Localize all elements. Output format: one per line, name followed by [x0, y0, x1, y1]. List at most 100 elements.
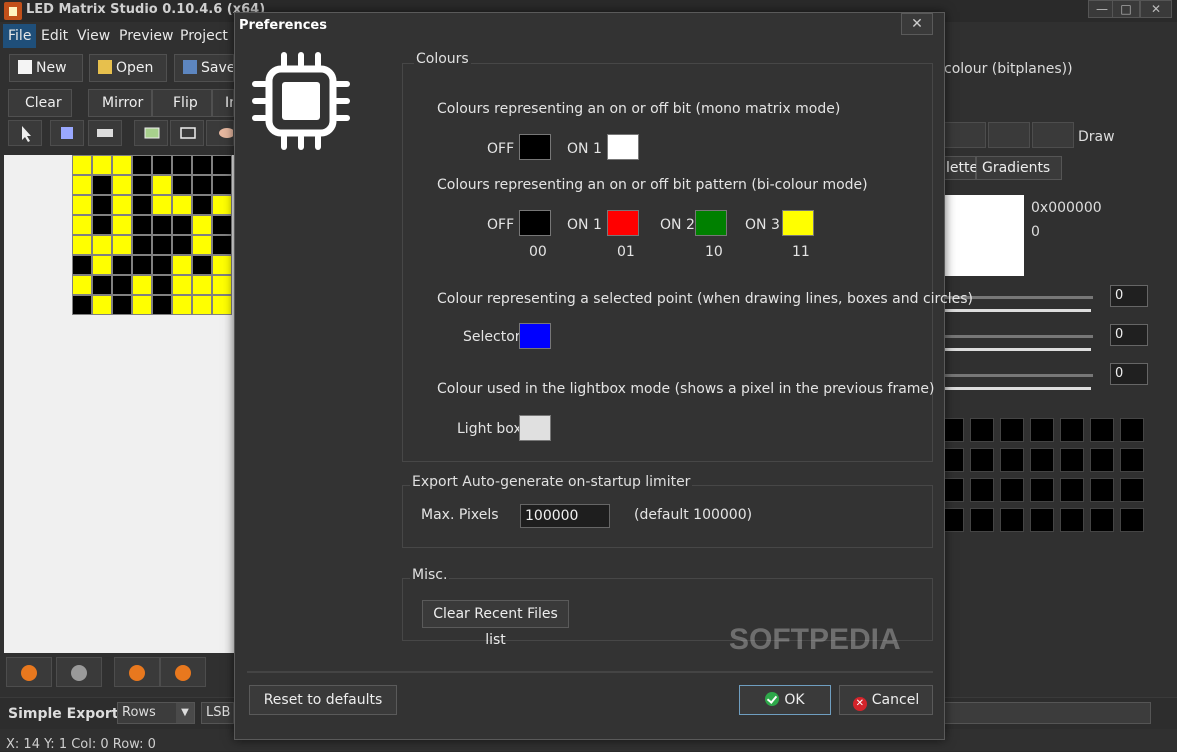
palette-swatch[interactable]	[1090, 508, 1114, 532]
close-window-button[interactable]: ✕	[1140, 0, 1172, 18]
stop-button[interactable]	[56, 657, 102, 687]
menu-file[interactable]: File	[3, 24, 37, 48]
open-button[interactable]: Open	[89, 54, 167, 82]
matrix-cell[interactable]	[212, 295, 232, 315]
matrix-cell[interactable]	[172, 155, 192, 175]
filled-rect-tool[interactable]	[134, 120, 168, 146]
mono-on1-swatch[interactable]	[607, 134, 639, 160]
palette-swatch[interactable]	[1090, 478, 1114, 502]
matrix-cell[interactable]	[112, 195, 132, 215]
green-value[interactable]: 0	[1110, 324, 1148, 346]
multi-draw-tool[interactable]	[50, 120, 84, 146]
rect-tool[interactable]	[170, 120, 204, 146]
matrix-cell[interactable]	[192, 275, 212, 295]
matrix-cell[interactable]	[92, 295, 112, 315]
palette-swatch[interactable]	[1030, 508, 1054, 532]
lightbox-swatch[interactable]	[519, 415, 551, 441]
bi-on2-swatch[interactable]	[695, 210, 727, 236]
rows-select[interactable]: Rows ▼	[117, 702, 195, 724]
matrix-cell[interactable]	[72, 235, 92, 255]
matrix-cell[interactable]	[132, 155, 152, 175]
matrix-cell[interactable]	[72, 195, 92, 215]
matrix-cell[interactable]	[192, 255, 212, 275]
matrix-cell[interactable]	[172, 215, 192, 235]
selector-swatch[interactable]	[519, 323, 551, 349]
matrix-cell[interactable]	[132, 235, 152, 255]
mirror-button[interactable]: Mirror	[88, 89, 152, 117]
matrix-cell[interactable]	[72, 175, 92, 195]
tab-gradients[interactable]: Gradients	[976, 156, 1062, 180]
menu-preview[interactable]: Preview	[114, 24, 179, 48]
invert-button[interactable]: In	[212, 89, 234, 117]
matrix-cell[interactable]	[92, 275, 112, 295]
bi-on1-swatch[interactable]	[607, 210, 639, 236]
matrix-cell[interactable]	[92, 235, 112, 255]
matrix-cell[interactable]	[72, 155, 92, 175]
palette-swatch[interactable]	[970, 448, 994, 472]
bi-off-swatch[interactable]	[519, 210, 551, 236]
tab-palette[interactable]: lette	[940, 156, 978, 180]
matrix-cell[interactable]	[212, 195, 232, 215]
max-pixels-input[interactable]: 100000	[520, 504, 610, 528]
palette-swatch[interactable]	[1120, 448, 1144, 472]
dialog-close-button[interactable]: ✕	[901, 13, 933, 35]
matrix-cell[interactable]	[132, 275, 152, 295]
matrix-cell[interactable]	[152, 275, 172, 295]
matrix-cell[interactable]	[172, 275, 192, 295]
matrix-cell[interactable]	[192, 175, 212, 195]
first-frame-button[interactable]	[114, 657, 160, 687]
palette-swatch[interactable]	[1030, 478, 1054, 502]
matrix-cell[interactable]	[72, 295, 92, 315]
matrix-cell[interactable]	[152, 235, 172, 255]
matrix-cell[interactable]	[92, 195, 112, 215]
palette-swatch[interactable]	[1000, 448, 1024, 472]
matrix-cell[interactable]	[212, 175, 232, 195]
matrix-cell[interactable]	[212, 255, 232, 275]
matrix-cell[interactable]	[132, 195, 152, 215]
maximize-button[interactable]: □	[1112, 0, 1140, 18]
menu-project[interactable]: Project	[175, 24, 233, 48]
clear-button[interactable]: Clear	[8, 89, 72, 117]
flip-button[interactable]: Flip	[152, 89, 212, 117]
blue-slider[interactable]	[945, 374, 1093, 377]
matrix-cell[interactable]	[132, 215, 152, 235]
play-button[interactable]	[6, 657, 52, 687]
bi-on3-swatch[interactable]	[782, 210, 814, 236]
matrix-cell[interactable]	[192, 195, 212, 215]
ok-button[interactable]: OK	[739, 685, 831, 715]
matrix-cell[interactable]	[192, 155, 212, 175]
palette-swatch[interactable]	[1030, 448, 1054, 472]
matrix-cell[interactable]	[112, 175, 132, 195]
new-button[interactable]: New	[9, 54, 83, 82]
matrix-cell[interactable]	[112, 235, 132, 255]
palette-swatch[interactable]	[1090, 448, 1114, 472]
matrix-cell[interactable]	[152, 215, 172, 235]
pattern-tool[interactable]	[88, 120, 122, 146]
palette-swatch[interactable]	[1060, 448, 1084, 472]
matrix-cell[interactable]	[212, 215, 232, 235]
green-slider[interactable]	[945, 335, 1093, 338]
blue-value[interactable]: 0	[1110, 363, 1148, 385]
cancel-button[interactable]: ✕ Cancel	[839, 685, 933, 715]
palette-swatch[interactable]	[1120, 508, 1144, 532]
previous-frame-button[interactable]	[160, 657, 206, 687]
ellipse-tool[interactable]	[206, 120, 235, 146]
palette-swatch[interactable]	[1030, 418, 1054, 442]
export-output-field[interactable]	[943, 702, 1151, 724]
matrix-cell[interactable]	[72, 275, 92, 295]
mono-off-swatch[interactable]	[519, 134, 551, 160]
matrix-cell[interactable]	[152, 255, 172, 275]
palette-swatch[interactable]	[1060, 478, 1084, 502]
palette-swatch[interactable]	[1090, 418, 1114, 442]
gradient-tool-1[interactable]	[944, 122, 986, 148]
menu-edit[interactable]: Edit	[36, 24, 73, 48]
matrix-cell[interactable]	[172, 175, 192, 195]
matrix-cell[interactable]	[132, 175, 152, 195]
matrix-cell[interactable]	[212, 155, 232, 175]
matrix-cell[interactable]	[152, 155, 172, 175]
current-colour-swatch[interactable]	[943, 195, 1024, 276]
palette-swatch[interactable]	[1000, 418, 1024, 442]
gradient-tool-3[interactable]	[1032, 122, 1074, 148]
palette-swatch[interactable]	[1000, 508, 1024, 532]
matrix-cell[interactable]	[172, 235, 192, 255]
